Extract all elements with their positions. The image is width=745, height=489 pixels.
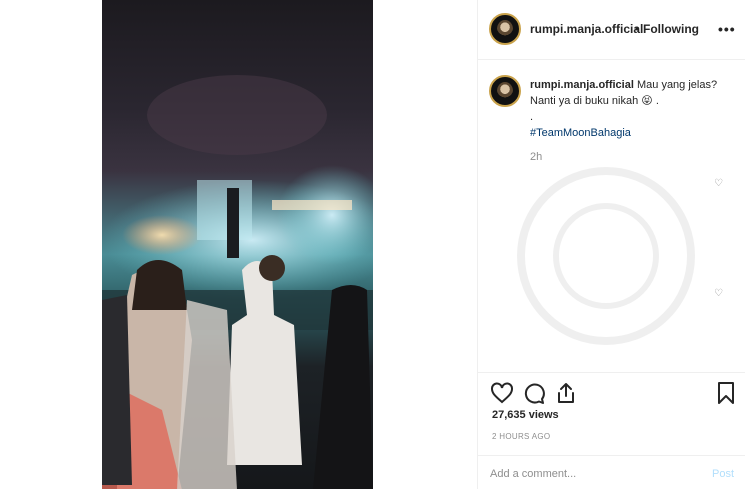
- share-icon[interactable]: [554, 381, 578, 405]
- caption-dot-line: .: [530, 111, 534, 123]
- header-separator: •: [635, 22, 640, 36]
- caption-line-2-end: .: [655, 95, 659, 107]
- post-video[interactable]: [102, 0, 373, 489]
- view-count[interactable]: 27,635 views: [492, 409, 559, 421]
- concert-scene-image: [102, 75, 373, 489]
- comment-icon[interactable]: [522, 381, 546, 405]
- emoji: 😝: [641, 95, 653, 107]
- heart-icon[interactable]: [490, 381, 514, 405]
- post-sidebar: rumpi.manja.official • Following ••• rum…: [477, 0, 745, 489]
- watermark-graphic: [517, 167, 695, 345]
- action-bar: [478, 372, 745, 412]
- avatar[interactable]: [489, 13, 521, 45]
- caption-section: rumpi.manja.official Mau yang jelas? Nan…: [478, 61, 745, 371]
- more-options-icon[interactable]: •••: [718, 21, 736, 37]
- caption-line-1: Mau yang jelas?: [636, 79, 718, 91]
- post-timestamp: 2 HOURS AGO: [492, 432, 551, 441]
- caption-line-2: Nanti ya di buku nikah: [530, 95, 639, 107]
- caption-username[interactable]: rumpi.manja.official: [530, 79, 634, 91]
- post-media: [0, 0, 477, 489]
- following-button[interactable]: Following: [643, 22, 699, 36]
- comment-input[interactable]: [490, 464, 690, 484]
- hashtag-link[interactable]: #TeamMoonBahagia: [530, 127, 631, 139]
- post-header: rumpi.manja.official • Following •••: [478, 0, 745, 60]
- comment-like-heart-icon[interactable]: ♡: [714, 178, 723, 189]
- comment-like-heart-icon[interactable]: ♡: [714, 288, 723, 299]
- header-username[interactable]: rumpi.manja.official: [530, 22, 643, 36]
- caption-text: rumpi.manja.official Mau yang jelas? Nan…: [530, 77, 730, 141]
- comment-form: Post: [478, 455, 745, 489]
- caption-avatar[interactable]: [489, 75, 521, 107]
- post-comment-button[interactable]: Post: [712, 468, 734, 480]
- bookmark-icon[interactable]: [714, 381, 738, 405]
